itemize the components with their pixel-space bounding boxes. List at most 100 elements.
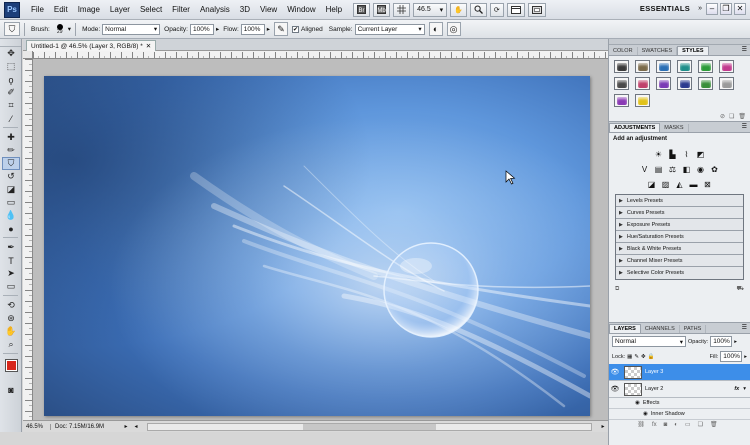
curves-icon[interactable]: ⌇ <box>681 149 692 160</box>
link-layers-icon[interactable]: ⛓ <box>637 421 645 428</box>
new-style-icon[interactable]: ❏ <box>729 113 734 120</box>
tab-styles[interactable]: STYLES <box>677 46 709 55</box>
lock-transparent-icon[interactable]: ▦ <box>627 354 632 360</box>
3d-orbit-tool[interactable]: ⊛ <box>2 312 20 325</box>
view-extras-button[interactable] <box>393 2 411 17</box>
tab-swatches[interactable]: SWATCHES <box>638 47 678 55</box>
eye-icon[interactable]: 👁 <box>609 385 621 393</box>
channel-mixer-icon[interactable]: ✿ <box>709 164 720 175</box>
eye-icon[interactable]: 👁 <box>609 368 621 376</box>
tab-paths[interactable]: PATHS <box>680 325 707 333</box>
panel-menu-icon[interactable]: ☰ <box>742 46 747 53</box>
crop-tool[interactable]: ⌗ <box>2 99 20 112</box>
new-adjustment-layer-icon[interactable]: ◐ <box>674 422 678 428</box>
layer-row-layer-3[interactable]: 👁 Layer 3 <box>609 364 750 381</box>
posterize-icon[interactable]: ▨ <box>660 179 671 190</box>
preset-curves[interactable]: ▶ Curves Presets <box>616 207 743 219</box>
style-swatch[interactable] <box>635 77 650 90</box>
rotate-view-button[interactable]: ⟳ <box>489 2 504 17</box>
brush-preset-picker[interactable]: 29 <box>52 22 68 37</box>
foreground-color-swatch[interactable] <box>5 359 18 372</box>
add-layer-style-icon[interactable]: fx <box>652 422 657 428</box>
aligned-checkbox[interactable]: ✔ <box>292 25 300 33</box>
flow-input[interactable]: 100% <box>240 23 265 35</box>
3d-rotate-tool[interactable]: ⟲ <box>2 299 20 312</box>
new-layer-icon[interactable]: ❏ <box>698 421 703 428</box>
style-swatch[interactable] <box>614 60 629 73</box>
levels-icon[interactable]: ▙ <box>667 149 678 160</box>
eraser-tool[interactable]: ◪ <box>2 183 20 196</box>
gradient-map-icon[interactable]: ▬ <box>688 179 699 190</box>
style-swatch[interactable] <box>614 94 629 107</box>
close-button[interactable]: ✕ <box>734 3 746 15</box>
style-swatch[interactable] <box>719 77 734 90</box>
photo-filter-icon[interactable]: ◉ <box>695 164 706 175</box>
chevron-right-icon[interactable]: ▸ <box>744 354 747 360</box>
color-swatches[interactable] <box>3 357 22 383</box>
menu-layer[interactable]: Layer <box>105 5 135 14</box>
tab-layers[interactable]: LAYERS <box>609 324 641 333</box>
pressure-opacity-toggle[interactable]: ◎ <box>446 22 461 36</box>
minimize-button[interactable]: – <box>706 3 718 15</box>
style-swatch[interactable] <box>719 60 734 73</box>
selective-color-icon[interactable]: ⊠ <box>702 179 713 190</box>
chevron-right-icon[interactable]: ▸ <box>267 25 270 33</box>
clone-stamp-tool[interactable]: ⛉ <box>2 157 20 170</box>
menu-select[interactable]: Select <box>135 5 167 14</box>
gradient-tool[interactable]: ▭ <box>2 196 20 209</box>
menu-help[interactable]: Help <box>321 5 347 14</box>
zoom-tool[interactable]: ⌕ <box>2 338 20 351</box>
preset-selective-color[interactable]: ▶ Selective Color Presets <box>616 267 743 279</box>
panel-menu-icon[interactable]: ☰ <box>742 123 747 130</box>
color-balance-icon[interactable]: ⚖ <box>667 164 678 175</box>
quick-mask-button[interactable]: ◙ <box>2 383 20 396</box>
tab-adjustments[interactable]: ADJUSTMENTS <box>609 123 661 132</box>
blend-mode-select[interactable]: Normal ▾ <box>612 336 686 347</box>
vertical-ruler[interactable] <box>23 59 33 420</box>
eyedropper-tool[interactable]: ⁄ <box>2 112 20 125</box>
arrange-documents-button[interactable] <box>506 2 525 17</box>
healing-brush-tool[interactable]: ✚ <box>2 131 20 144</box>
history-brush-tool[interactable]: ↺ <box>2 170 20 183</box>
lock-image-icon[interactable]: ✎ <box>634 354 639 360</box>
airbrush-toggle[interactable]: ✎ <box>274 22 289 36</box>
quick-selection-tool[interactable]: ✐ <box>2 86 20 99</box>
style-swatch[interactable] <box>698 60 713 73</box>
fx-badge[interactable]: fx <box>734 386 739 392</box>
preset-black-white[interactable]: ▶ Black & White Presets <box>616 243 743 255</box>
style-swatch[interactable] <box>677 77 692 90</box>
eye-icon[interactable]: ◉ <box>643 411 648 417</box>
hand-tool[interactable]: ✋ <box>2 325 20 338</box>
marquee-tool[interactable]: ⬚ <box>2 60 20 73</box>
hue-saturation-icon[interactable]: ▤ <box>653 164 664 175</box>
menu-image[interactable]: Image <box>73 5 105 14</box>
preset-channel-mixer[interactable]: ▶ Channel Mixer Presets <box>616 255 743 267</box>
tab-channels[interactable]: CHANNELS <box>641 325 680 333</box>
move-tool[interactable]: ✥ <box>2 47 20 60</box>
menu-view[interactable]: View <box>255 5 282 14</box>
chevron-right-icon[interactable]: ▸ <box>216 25 219 33</box>
preset-hue-saturation[interactable]: ▶ Hue/Saturation Presets <box>616 231 743 243</box>
lock-all-icon[interactable]: 🔒 <box>648 354 655 360</box>
chevron-right-icon[interactable]: » <box>698 5 702 12</box>
effect-inner-shadow-row[interactable]: ◉ Inner Shadow <box>609 409 750 420</box>
style-swatch[interactable] <box>677 60 692 73</box>
menu-3d[interactable]: 3D <box>235 5 255 14</box>
menu-filter[interactable]: Filter <box>167 5 195 14</box>
blur-tool[interactable]: 💧 <box>2 209 20 222</box>
exposure-icon[interactable]: ◩ <box>695 149 706 160</box>
clear-style-icon[interactable]: ⊘ <box>720 113 725 120</box>
style-swatch[interactable] <box>698 77 713 90</box>
workspace-switcher[interactable]: ESSENTIALS <box>640 4 690 13</box>
scroll-right-arrow[interactable]: ▸ <box>598 423 608 430</box>
scrollbar-thumb[interactable] <box>303 423 436 430</box>
scroll-left-arrow[interactable]: ◂ <box>131 423 141 430</box>
style-swatch[interactable] <box>614 77 629 90</box>
preset-levels[interactable]: ▶ Levels Presets <box>616 195 743 207</box>
opacity-input[interactable]: 100% <box>189 23 214 35</box>
path-selection-tool[interactable]: ➤ <box>2 267 20 280</box>
chevron-down-icon[interactable]: ▾ <box>68 25 71 33</box>
horizontal-scrollbar[interactable] <box>147 422 592 431</box>
mode-select[interactable]: Normal ▾ <box>102 23 161 35</box>
style-swatch[interactable] <box>635 60 650 73</box>
